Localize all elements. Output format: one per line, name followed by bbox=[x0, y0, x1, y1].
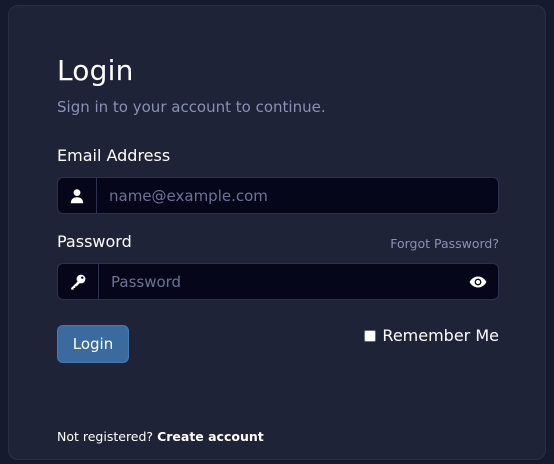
email-label: Email Address bbox=[57, 146, 171, 165]
not-registered-text: Not registered? bbox=[57, 429, 154, 444]
create-account-link[interactable]: Create account bbox=[157, 429, 264, 444]
password-field[interactable] bbox=[99, 264, 458, 299]
page-subtitle: Sign in to your account to continue. bbox=[57, 98, 326, 116]
email-input-group bbox=[57, 177, 499, 214]
register-prompt: Not registered? Create account bbox=[57, 429, 264, 444]
key-icon bbox=[58, 264, 99, 299]
login-button[interactable]: Login bbox=[57, 325, 129, 363]
remember-me-checkbox[interactable] bbox=[364, 329, 377, 342]
remember-me-label: Remember Me bbox=[382, 326, 499, 345]
email-field[interactable] bbox=[97, 178, 498, 213]
user-icon bbox=[58, 178, 97, 213]
forgot-password-link[interactable]: Forgot Password? bbox=[390, 236, 499, 251]
password-input-group bbox=[57, 263, 499, 300]
remember-me[interactable]: Remember Me bbox=[364, 326, 499, 345]
password-label: Password bbox=[57, 232, 132, 251]
login-card: Login Sign in to your account to continu… bbox=[8, 5, 546, 460]
page-title: Login bbox=[57, 54, 134, 87]
eye-icon[interactable] bbox=[458, 264, 498, 299]
